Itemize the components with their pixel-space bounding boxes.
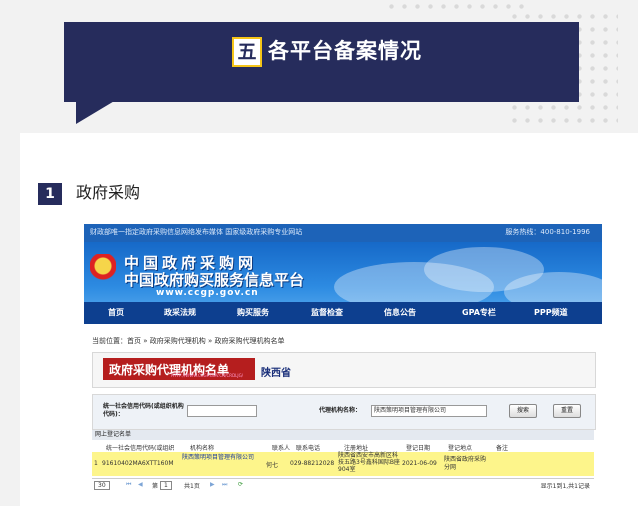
section-number: 五 xyxy=(232,37,262,67)
record-summary: 显示1到1,共1记录 xyxy=(540,483,590,490)
site-url: www.ccgp.gov.cn xyxy=(156,288,259,298)
total-pages: 共1页 xyxy=(184,483,200,490)
col-place: 登记地点 xyxy=(448,445,473,452)
nav-regulations[interactable]: 政采法规 xyxy=(164,307,196,318)
next-page-icon[interactable]: ▶ xyxy=(210,481,215,488)
prev-page-icon[interactable]: ◀ xyxy=(138,481,143,488)
nav-announcements[interactable]: 信息公告 xyxy=(384,307,416,318)
registry-banner: 政府采购代理机构名单 HTTP://WWW.CCGP.GOV.CN/CRDLJG… xyxy=(103,358,255,380)
row-index: 1 xyxy=(94,460,98,467)
registry-header: 政府采购代理机构名单 HTTP://WWW.CCGP.GOV.CN/CRDLJG… xyxy=(92,352,596,388)
row-contact: 何七 xyxy=(266,462,279,469)
banner-tail xyxy=(76,100,116,124)
embedded-screenshot: 财政部唯一指定政府采购信息网络发布媒体 国家级政府采购专业网站 服务热线：400… xyxy=(84,224,602,506)
col-date: 登记日期 xyxy=(406,445,431,452)
national-emblem-icon xyxy=(90,254,116,284)
pagination: 30 ⏮ ◀ 第 1 共1页 ▶ ⏭ ⟳ 显示1到1,共1记录 xyxy=(92,478,594,491)
section-title: 各平台备案情况 xyxy=(268,39,422,63)
credit-code-input[interactable] xyxy=(187,405,257,417)
page-input[interactable]: 1 xyxy=(160,481,172,490)
filter-panel: 统一社会信用代码(或组织机构代码)： 代理机构名称： 陕西策明项目管理有限公司 … xyxy=(92,394,596,430)
credit-code-label: 统一社会信用代码(或组织机构代码)： xyxy=(103,403,184,418)
table-row[interactable]: 1 91610402MA6XTT160M 陕西策明项目管理有限公司 何七 029… xyxy=(92,452,594,476)
refresh-icon[interactable]: ⟳ xyxy=(238,481,243,488)
subsection-title: 政府采购 xyxy=(76,183,141,202)
agency-name-input[interactable]: 陕西策明项目管理有限公司 xyxy=(371,405,487,417)
row-phone: 029-88212028 xyxy=(290,460,335,467)
search-button[interactable]: 搜索 xyxy=(509,404,537,418)
page-label: 第 xyxy=(152,483,159,490)
row-name-link[interactable]: 陕西策明项目管理有限公司 xyxy=(182,454,262,462)
site-topbar: 财政部唯一指定政府采购信息网络发布媒体 国家级政府采购专业网站 服务热线：400… xyxy=(84,224,602,242)
registry-subtitle: HTTP://WWW.CCGP.GOV.CN/CRDLJG/ xyxy=(171,373,244,378)
col-code: 统一社会信用代码(或组织 xyxy=(106,445,175,452)
topbar-tagline: 财政部唯一指定政府采购信息网络发布媒体 国家级政府采购专业网站 xyxy=(90,228,303,236)
site-logo-line2: 中国政府购买服务信息平台 xyxy=(124,271,305,289)
row-address: 陕西省西安市高新区科技五路3号鑫科国际B座904室 xyxy=(338,452,400,473)
breadcrumb: 当前位置：首页 » 政府采购代理机构 » 政府采购代理机构名单 xyxy=(92,337,285,345)
registry-province: 陕西省 xyxy=(261,368,291,379)
row-code: 91610402MA6XTT160M xyxy=(102,460,174,467)
col-phone: 联系电话 xyxy=(296,445,321,452)
first-page-icon[interactable]: ⏮ xyxy=(126,481,131,489)
site-nav: 首页 政采法规 购买服务 监督检查 信息公告 GPA专栏 PPP频道 xyxy=(84,302,602,324)
nav-ppp[interactable]: PPP频道 xyxy=(534,307,568,318)
col-note: 备注 xyxy=(496,445,509,452)
nav-supervision[interactable]: 监督检查 xyxy=(311,307,343,318)
col-address: 注册地址 xyxy=(344,445,369,452)
row-place: 陕西省政府采购分网 xyxy=(444,456,487,471)
table-header: 统一社会信用代码(或组织 机构名称 联系人 联系电话 注册地址 登记日期 登记地… xyxy=(92,441,594,452)
list-title: 网上登记名单 xyxy=(92,430,594,440)
nav-home[interactable]: 首页 xyxy=(108,307,124,318)
row-date: 2021-06-09 xyxy=(402,460,437,467)
decor-dots-top xyxy=(385,0,525,16)
reset-button[interactable]: 重置 xyxy=(553,404,581,418)
last-page-icon[interactable]: ⏭ xyxy=(222,481,227,489)
col-name: 机构名称 xyxy=(190,445,215,452)
subsection-number: 1 xyxy=(34,178,62,205)
nav-services[interactable]: 购买服务 xyxy=(237,307,269,318)
col-contact: 联系人 xyxy=(272,445,291,452)
nav-gpa[interactable]: GPA专栏 xyxy=(462,307,496,318)
agency-name-label: 代理机构名称： xyxy=(319,407,362,414)
page-size-select[interactable]: 30 xyxy=(94,481,110,490)
hotline: 服务热线：400-810-1996 xyxy=(505,228,590,236)
